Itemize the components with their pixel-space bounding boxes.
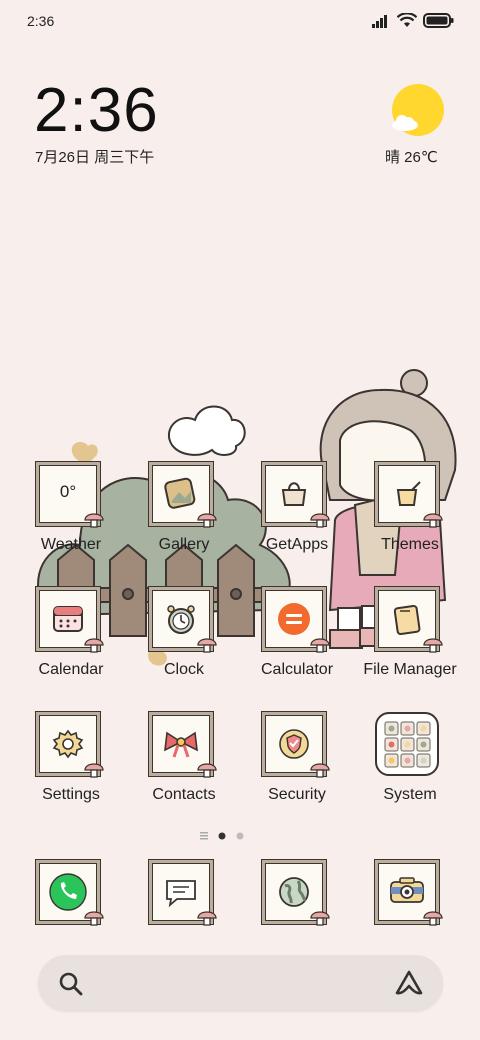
app-label: Themes <box>381 536 439 553</box>
app-label: File Manager <box>363 661 457 678</box>
calculator-icon <box>278 603 310 635</box>
wallpaper-cloud <box>167 405 246 456</box>
message-icon <box>166 880 196 908</box>
page-indicator[interactable] <box>200 830 250 842</box>
search-bar[interactable] <box>38 955 443 1011</box>
file-manager-icon <box>393 604 421 636</box>
getapps-bag-icon <box>281 482 307 506</box>
mushroom-icon <box>84 763 104 778</box>
app-tile: 0° <box>36 462 104 528</box>
app-tile <box>262 712 330 778</box>
assistant-icon[interactable] <box>394 969 424 997</box>
app-label: Calculator <box>260 661 334 678</box>
app-tile <box>375 587 443 653</box>
gallery-icon <box>164 477 196 509</box>
weather-temperature: 0° <box>59 482 77 501</box>
mushroom-icon <box>197 763 217 778</box>
mushroom-icon <box>84 911 104 926</box>
shield-icon <box>279 729 309 759</box>
app-tile <box>262 462 330 528</box>
mushroom-icon <box>423 638 443 653</box>
mushroom-icon <box>197 638 217 653</box>
mushroom-icon <box>423 911 443 926</box>
app-label: Security <box>268 786 326 803</box>
app-tile <box>149 712 217 778</box>
page-dot <box>236 832 244 840</box>
mushroom-icon <box>310 911 330 926</box>
app-tile <box>36 587 104 653</box>
app-tile <box>149 587 217 653</box>
browser-globe-icon <box>279 877 309 907</box>
mushroom-icon <box>197 513 217 528</box>
mushroom-icon <box>310 513 330 528</box>
calendar-icon <box>53 606 83 632</box>
app-tile <box>262 587 330 653</box>
themes-icon <box>396 481 421 506</box>
app-label: Calendar <box>38 661 104 678</box>
folder-tile <box>375 712 439 776</box>
mushroom-icon <box>310 763 330 778</box>
mushroom-icon <box>197 911 217 926</box>
app-tile <box>375 860 443 926</box>
phone-icon <box>49 873 87 911</box>
camera-icon <box>390 877 424 903</box>
app-label: Settings <box>42 786 100 803</box>
mushroom-icon <box>84 513 104 528</box>
app-label: Clock <box>163 661 204 678</box>
search-icon[interactable] <box>58 971 84 997</box>
page-dot-active <box>218 832 226 840</box>
mushroom-icon <box>423 513 443 528</box>
app-label: GetApps <box>265 536 329 553</box>
app-label: System <box>383 786 437 803</box>
bow-icon <box>164 731 198 758</box>
gear-icon <box>52 729 84 759</box>
mushroom-icon <box>310 638 330 653</box>
app-tile <box>149 462 217 528</box>
app-label: Gallery <box>158 536 210 553</box>
folder-grid-icon <box>384 721 431 768</box>
app-tile <box>149 860 217 926</box>
app-label: Contacts <box>152 786 216 803</box>
app-tile <box>36 712 104 778</box>
app-tile <box>262 860 330 926</box>
alarm-clock-icon <box>167 605 195 634</box>
app-label: Weather <box>40 536 102 553</box>
feed-page-icon <box>200 832 208 840</box>
app-tile <box>36 860 104 926</box>
app-tile <box>375 462 443 528</box>
mushroom-icon <box>84 638 104 653</box>
